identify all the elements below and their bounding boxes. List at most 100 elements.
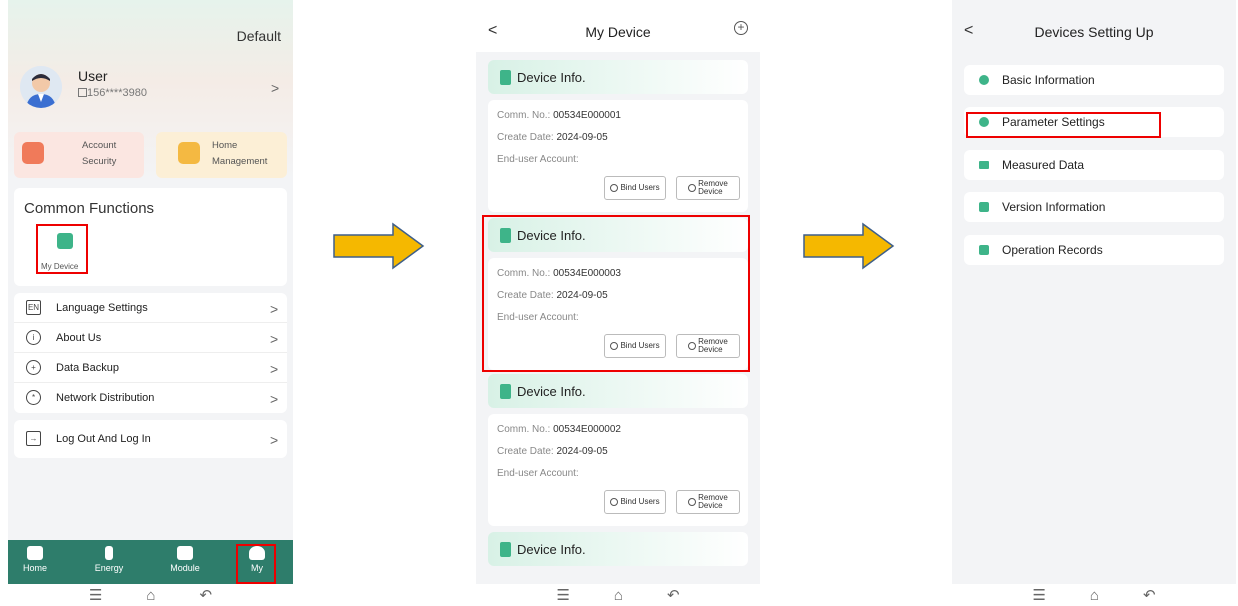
account-security-label: Account Security	[82, 140, 117, 167]
chevron-right-icon: >	[270, 331, 279, 347]
minus-circle-icon	[688, 498, 697, 506]
plus-icon: +	[26, 360, 41, 375]
top-bar: < Devices Setting Up	[952, 0, 1236, 52]
info-icon: i	[26, 330, 41, 345]
menu-item-network[interactable]: * Network Distribution >	[14, 383, 287, 413]
page-title: My Device	[585, 24, 651, 40]
device-icon	[57, 233, 73, 249]
bind-users-button[interactable]: Bind Users	[604, 176, 666, 200]
user-name: User	[78, 68, 108, 84]
home-management-card[interactable]: Home Management	[156, 132, 287, 178]
logout-label: Log Out And Log In	[56, 433, 151, 445]
home-icon	[178, 142, 200, 164]
common-functions-title: Common Functions	[24, 200, 155, 217]
my-profile-screen: Default User 156****3980 > Account Securi…	[8, 0, 293, 606]
setting-version-information[interactable]: Version Information	[964, 192, 1224, 222]
system-nav-bar: ☰ ⌂ ↶	[952, 584, 1236, 606]
device-card-title: Device Info.	[517, 70, 586, 85]
home-nav-icon[interactable]: ⌂	[614, 587, 623, 604]
remove-device-button[interactable]: Remove Device	[676, 176, 740, 200]
parameter-settings-highlight	[966, 112, 1161, 138]
layers-icon	[177, 546, 193, 560]
device-card-header: Device Info.	[488, 374, 748, 408]
chevron-right-icon: >	[270, 361, 279, 377]
shield-icon	[22, 142, 44, 164]
menu-icon[interactable]: ☰	[1032, 586, 1045, 604]
create-date-row: Create Date: 2024-09-05	[497, 446, 608, 457]
system-nav-bar: ☰ ⌂ ↶	[476, 584, 760, 606]
info-dot-icon	[979, 75, 989, 85]
plus-circle-icon	[610, 498, 619, 506]
profile-chevron-right-icon[interactable]: >	[271, 80, 279, 96]
logout-icon: →	[26, 431, 41, 446]
chevron-right-icon: >	[270, 391, 279, 407]
end-user-account-label: End-user Account:	[497, 468, 579, 479]
avatar-icon	[20, 66, 62, 108]
avatar[interactable]	[20, 66, 62, 108]
create-date-row: Create Date: 2024-09-05	[497, 132, 608, 143]
back-icon[interactable]: ↶	[199, 586, 212, 604]
settings-menu: EN Language Settings > i About Us > + Da…	[14, 293, 287, 413]
tab-module[interactable]: Module	[160, 546, 210, 573]
home-management-label: Home Management	[212, 140, 268, 167]
menu-item-label: About Us	[56, 332, 102, 344]
menu-item-label: Data Backup	[56, 362, 119, 374]
account-security-card[interactable]: Account Security	[14, 132, 144, 178]
menu-item-about[interactable]: i About Us >	[14, 323, 287, 353]
device-card-body: Comm. No.: 00534E000001 Create Date: 202…	[488, 100, 748, 212]
setting-label: Version Information	[1002, 200, 1106, 214]
selected-device-highlight	[482, 215, 750, 372]
lightning-icon	[105, 546, 113, 560]
tab-home[interactable]: Home	[10, 546, 60, 573]
menu-item-label: Network Distribution	[56, 392, 155, 404]
add-device-icon[interactable]: +	[734, 21, 748, 35]
back-icon[interactable]: ↶	[667, 586, 680, 604]
chevron-right-icon: >	[270, 301, 279, 317]
plus-circle-icon	[610, 184, 619, 192]
home-nav-icon[interactable]: ⌂	[146, 587, 155, 604]
my-device-label: My Device	[41, 262, 79, 271]
user-phone: 156****3980	[78, 87, 147, 99]
battery-icon	[500, 384, 511, 399]
setting-label: Operation Records	[1002, 243, 1103, 257]
logout-row[interactable]: → Log Out And Log In >	[14, 420, 287, 458]
home-nav-icon[interactable]: ⌂	[1090, 587, 1099, 604]
phone-icon	[78, 88, 87, 97]
end-user-account-label: End-user Account:	[497, 154, 579, 165]
comm-no-row: Comm. No.: 00534E000001	[497, 110, 621, 121]
system-nav-bar: ☰ ⌂ ↶	[8, 584, 293, 606]
page-title: Devices Setting Up	[1034, 24, 1154, 40]
menu-icon[interactable]: ☰	[556, 586, 569, 604]
profile-mode-label[interactable]: Default	[237, 28, 281, 44]
top-bar: < My Device +	[476, 0, 760, 52]
setting-label: Basic Information	[1002, 73, 1095, 87]
device-card-header: Device Info.	[488, 532, 748, 566]
monitor-icon	[979, 245, 989, 255]
remove-device-button[interactable]: Remove Device	[676, 490, 740, 514]
my-device-shortcut[interactable]: My Device	[36, 224, 88, 274]
language-icon: EN	[26, 300, 41, 315]
menu-icon[interactable]: ☰	[89, 586, 102, 604]
setting-measured-data[interactable]: Measured Data	[964, 150, 1224, 180]
layers-icon	[979, 202, 989, 212]
common-functions-card: Common Functions My Device	[14, 188, 287, 286]
menu-item-language[interactable]: EN Language Settings >	[14, 293, 287, 323]
chevron-right-icon: >	[270, 432, 279, 448]
menu-item-label: Language Settings	[56, 302, 148, 314]
bind-users-button[interactable]: Bind Users	[604, 490, 666, 514]
setting-label: Measured Data	[1002, 158, 1085, 172]
flow-arrow-icon	[333, 222, 425, 270]
devices-setting-up-screen: < Devices Setting Up Basic Information P…	[952, 0, 1236, 606]
setting-basic-information[interactable]: Basic Information	[964, 65, 1224, 95]
tab-energy[interactable]: Energy	[84, 546, 134, 573]
device-card-header: Device Info.	[488, 60, 748, 94]
device-card-title: Device Info.	[517, 542, 586, 557]
my-tab-highlight	[236, 544, 276, 584]
menu-item-data-backup[interactable]: + Data Backup >	[14, 353, 287, 383]
battery-icon	[500, 542, 511, 557]
setting-operation-records[interactable]: Operation Records	[964, 235, 1224, 265]
device-card-title: Device Info.	[517, 384, 586, 399]
back-icon[interactable]: ↶	[1143, 586, 1156, 604]
bluetooth-icon: *	[26, 390, 41, 405]
home-icon	[27, 546, 43, 560]
